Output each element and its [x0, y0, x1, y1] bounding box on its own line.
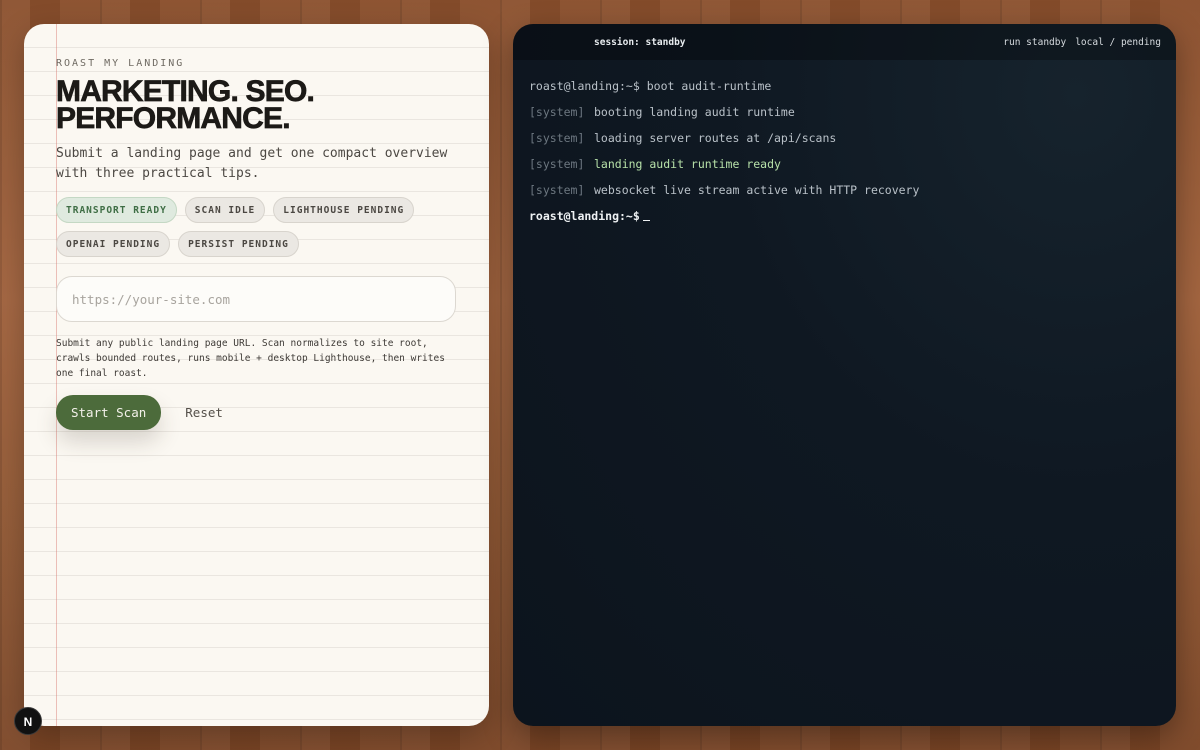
- session-label: session: standby: [594, 37, 686, 48]
- headline-line-2: PERFORMANCE.: [56, 102, 291, 135]
- status-chips: TRANSPORT READY SCAN IDLE LIGHTHOUSE PEN…: [56, 197, 476, 257]
- terminal-header: session: standby run standby local / pen…: [513, 24, 1176, 60]
- kicker-label: ROAST MY LANDING: [56, 58, 185, 69]
- log-message: booting landing audit runtime: [594, 105, 795, 119]
- log-tag: [system]: [529, 131, 585, 145]
- reset-button[interactable]: Reset: [171, 395, 237, 430]
- terminal-log-line: [system] landing audit runtime ready: [529, 156, 1159, 182]
- terminal-prompt: roast@landing:~$: [529, 79, 640, 93]
- page-subtitle: Submit a landing page and get one compac…: [56, 146, 448, 181]
- terminal-status: run standby local / pending: [1003, 37, 1161, 48]
- status-chip-transport: TRANSPORT READY: [56, 197, 177, 223]
- log-message: websocket live stream active with HTTP r…: [594, 183, 920, 197]
- status-chip-persist: PERSIST PENDING: [178, 231, 299, 257]
- terminal-active-prompt: roast@landing:~$: [529, 209, 640, 223]
- terminal-input-line[interactable]: roast@landing:~$: [529, 208, 1159, 234]
- status-chip-scan: SCAN IDLE: [184, 197, 266, 223]
- terminal-cursor: [642, 209, 650, 221]
- nextjs-badge-icon[interactable]: N: [14, 707, 42, 735]
- terminal-command-line: roast@landing:~$ boot audit-runtime: [529, 78, 1159, 104]
- terminal-output: roast@landing:~$ boot audit-runtime [sys…: [529, 78, 1159, 234]
- log-tag: [system]: [529, 105, 585, 119]
- log-message-ready: landing audit runtime ready: [594, 157, 781, 171]
- run-status: run standby: [1003, 37, 1067, 48]
- helper-text: Submit any public landing page URL. Scan…: [56, 338, 445, 379]
- terminal-command: boot audit-runtime: [646, 79, 772, 93]
- page-title: MARKETING. SEO. PERFORMANCE.: [56, 76, 476, 135]
- url-input[interactable]: [56, 276, 456, 322]
- form-actions: Start Scan Reset: [56, 395, 237, 430]
- terminal-panel: session: standby run standby local / pen…: [513, 24, 1176, 726]
- log-tag: [system]: [529, 157, 585, 171]
- status-chip-lighthouse: LIGHTHOUSE PENDING: [273, 197, 415, 223]
- log-message: loading server routes at /api/scans: [594, 131, 837, 145]
- start-scan-button[interactable]: Start Scan: [56, 395, 162, 430]
- log-tag: [system]: [529, 183, 585, 197]
- terminal-log-line: [system] loading server routes at /api/sc…: [529, 130, 1159, 156]
- terminal-log-line: [system] websocket live stream active wit…: [529, 182, 1159, 208]
- scan-panel: ROAST MY LANDING MARKETING. SEO. PERFORM…: [24, 24, 489, 726]
- mode-status: local / pending: [1075, 37, 1161, 48]
- terminal-log-line: [system] booting landing audit runtime: [529, 104, 1159, 130]
- status-chip-openai: OPENAI PENDING: [56, 231, 171, 257]
